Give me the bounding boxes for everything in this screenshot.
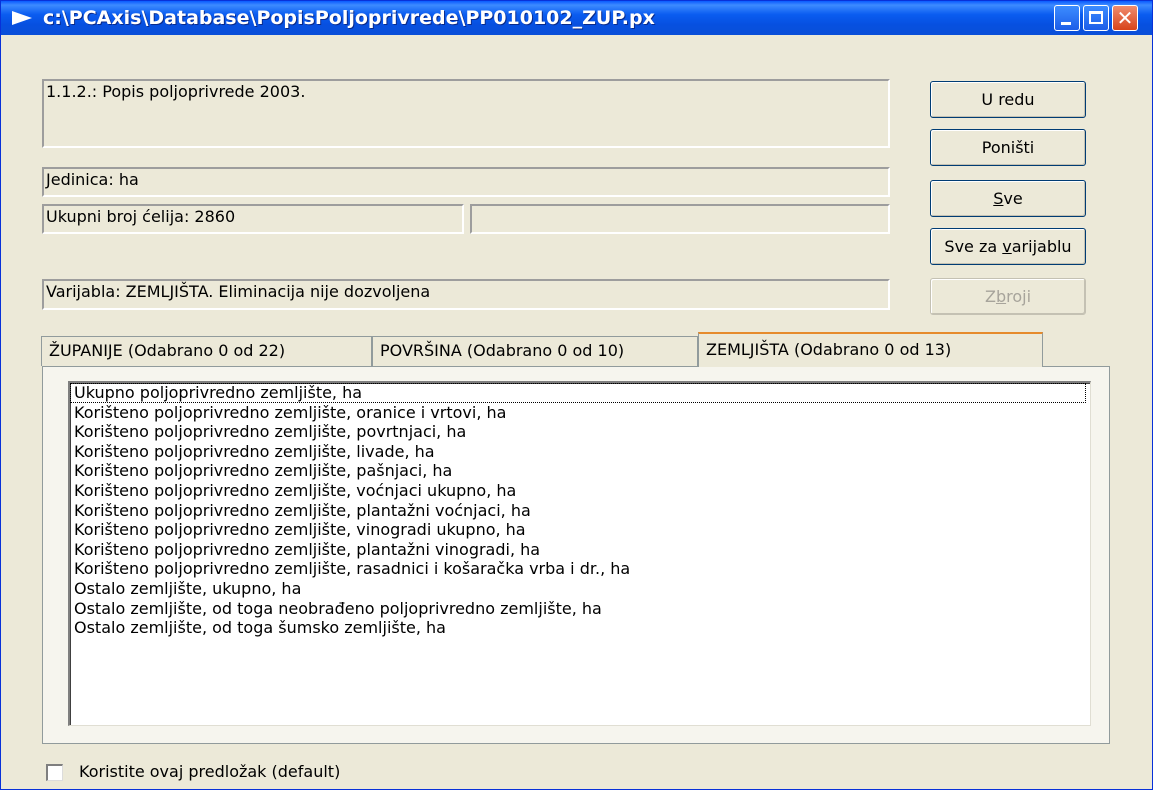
tab-zemljista-label: ZEMLJIŠTA (Odabrano 0 od 13) (706, 340, 952, 359)
window-title: c:\PCAxis\Database\PopisPoljoprivrede\PP… (43, 7, 655, 29)
list-item[interactable]: Korišteno poljoprivredno zemljište, oran… (70, 403, 1090, 423)
sum-label-suffix: roji (1006, 287, 1032, 306)
sum-button[interactable]: Zbroji (930, 278, 1086, 315)
app-arrow-icon (12, 11, 32, 25)
tab-povrsina[interactable]: POVRŠINA (Odabrano 0 od 10) (372, 336, 698, 366)
select-all-button[interactable]: Sve (930, 180, 1086, 217)
list-item[interactable]: Ostalo zemljište, od toga neobrađeno pol… (70, 599, 1090, 619)
tab-zemljista[interactable]: ZEMLJIŠTA (Odabrano 0 od 13) (698, 332, 1043, 367)
close-button[interactable]: ✕ (1112, 5, 1138, 31)
variable-field: Varijabla: ZEMLJIŠTA. Eliminacija nije d… (42, 279, 890, 310)
list-item[interactable]: Korišteno poljoprivredno zemljište, rasa… (70, 559, 1090, 579)
list-item[interactable]: Korišteno poljoprivredno zemljište, voćn… (70, 481, 1090, 501)
maximize-button[interactable] (1083, 5, 1109, 31)
ok-button-label: U redu (981, 90, 1035, 109)
list-item[interactable]: Korišteno poljoprivredno zemljište, pašn… (70, 461, 1090, 481)
list-item[interactable]: Ukupno poljoprivredno zemljište, ha (70, 383, 1086, 403)
tab-zupanije[interactable]: ŽUPANIJE (Odabrano 0 od 22) (41, 336, 372, 366)
list-item[interactable]: Korišteno poljoprivredno zemljište, vino… (70, 520, 1090, 540)
description-field: 1.1.2.: Popis poljoprivrede 2003. (42, 79, 890, 148)
list-item[interactable]: Ostalo zemljište, od toga šumsko zemljiš… (70, 618, 1090, 638)
tab-povrsina-label: POVRŠINA (Odabrano 0 od 10) (380, 341, 625, 360)
cancel-button[interactable]: Poništi (930, 129, 1086, 166)
values-listbox[interactable]: Ukupno poljoprivredno zemljište, ha Kori… (68, 381, 1091, 726)
unit-field: Jedinica: ha (42, 167, 890, 197)
list-item[interactable]: Korišteno poljoprivredno zemljište, plan… (70, 540, 1090, 560)
dialog-window: c:\PCAxis\Database\PopisPoljoprivrede\PP… (0, 0, 1153, 790)
list-item[interactable]: Korišteno poljoprivredno zemljište, povr… (70, 422, 1090, 442)
select-all-variable-label-prefix: Sve za (944, 237, 1003, 256)
close-icon: ✕ (1116, 6, 1134, 30)
ok-button[interactable]: U redu (930, 81, 1086, 118)
template-checkbox-label[interactable]: Koristite ovaj predložak (default) (79, 762, 340, 781)
list-item[interactable]: Ostalo zemljište, ukupno, ha (70, 579, 1090, 599)
select-all-mnemonic: S (993, 189, 1004, 208)
minimize-button[interactable] (1054, 5, 1080, 31)
sum-mnemonic: b (995, 287, 1007, 306)
select-all-variable-mnemonic: v (1002, 237, 1012, 256)
select-all-label-suffix: ve (1003, 189, 1023, 208)
cell-count-field: Ukupni broj ćelija: 2860 (42, 204, 464, 234)
sum-label-prefix: Z (984, 287, 996, 306)
tab-zupanije-label: ŽUPANIJE (Odabrano 0 od 22) (49, 341, 286, 360)
select-all-variable-button[interactable]: Sve za varijablu (930, 228, 1086, 265)
cancel-button-label: Poništi (981, 138, 1035, 157)
minimize-icon (1061, 22, 1071, 25)
select-all-variable-label-suffix: arijablu (1011, 237, 1072, 256)
template-checkbox[interactable] (46, 764, 63, 781)
list-item[interactable]: Korišteno poljoprivredno zemljište, liva… (70, 442, 1090, 462)
title-bar[interactable]: c:\PCAxis\Database\PopisPoljoprivrede\PP… (1, 1, 1152, 35)
cell-count-extra-field (470, 204, 890, 234)
list-item[interactable]: Korišteno poljoprivredno zemljište, plan… (70, 501, 1090, 521)
maximize-icon (1089, 11, 1103, 24)
